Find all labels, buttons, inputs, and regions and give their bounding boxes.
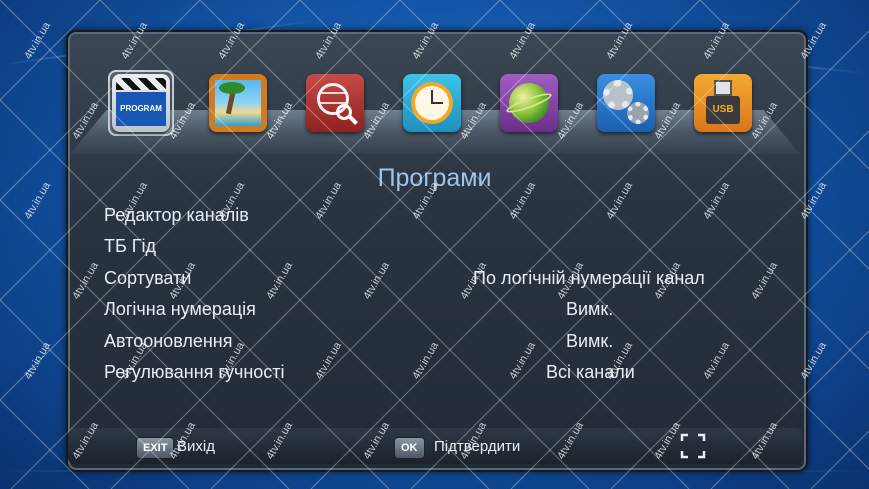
row-label: Логічна нумерація — [104, 299, 256, 319]
row-label: Редактор каналів — [104, 205, 249, 225]
menu-item-settings[interactable] — [593, 70, 659, 136]
program-icon: PROGRAM — [112, 74, 170, 132]
row-value: По логічній нумерації канал — [473, 268, 705, 288]
globe-search-icon — [306, 74, 364, 132]
page-title: Програми — [377, 164, 492, 192]
menu-row-lcn[interactable]: Логічна нумерація Вимк. — [104, 299, 744, 327]
ok-hint: Підтвердити — [434, 438, 521, 455]
menu-icon-bar: PROGRAM USB — [108, 70, 758, 136]
row-label: ТБ Гід — [104, 236, 157, 256]
usb-icon: USB — [694, 74, 752, 132]
menu-item-network[interactable] — [302, 70, 368, 136]
exit-hint: Вихід — [177, 438, 215, 455]
watermark-text: 4tv.in.ua — [22, 19, 53, 61]
navigate-arrows-icon — [680, 433, 706, 459]
row-value: Вимк. — [566, 299, 614, 319]
watermark-text: 4tv.in.ua — [22, 339, 53, 381]
menu-row-channel-editor[interactable]: Редактор каналів — [104, 205, 744, 233]
ok-key-icon[interactable]: OK — [394, 437, 425, 459]
menu-row-tv-guide[interactable]: ТБ Гід — [104, 236, 744, 264]
menu-item-earth[interactable] — [496, 70, 562, 136]
menu-item-time[interactable] — [399, 70, 465, 136]
row-label: Регулювання гучності — [104, 362, 285, 382]
gears-icon — [597, 74, 655, 132]
menu-item-program[interactable]: PROGRAM — [108, 70, 174, 136]
earth-icon — [500, 74, 558, 132]
program-icon-caption: PROGRAM — [116, 92, 166, 126]
row-value: Всі канали — [546, 362, 635, 382]
usb-icon-caption: USB — [706, 96, 740, 124]
menu-row-auto-update[interactable]: Автооновлення Вимк. — [104, 331, 744, 359]
row-label: Автооновлення — [104, 331, 233, 351]
exit-key-icon[interactable]: EXIT — [136, 437, 175, 459]
menu-row-volume[interactable]: Регулювання гучності Всі канали — [104, 362, 744, 390]
menu-item-picture[interactable] — [205, 70, 271, 136]
menu-item-usb[interactable]: USB — [690, 70, 756, 136]
clock-icon — [403, 74, 461, 132]
row-label: Сортувати — [104, 268, 192, 288]
row-value: Вимк. — [566, 331, 614, 351]
menu-row-sort[interactable]: Сортувати По логічній нумерації канал — [104, 268, 744, 296]
picture-icon — [209, 74, 267, 132]
